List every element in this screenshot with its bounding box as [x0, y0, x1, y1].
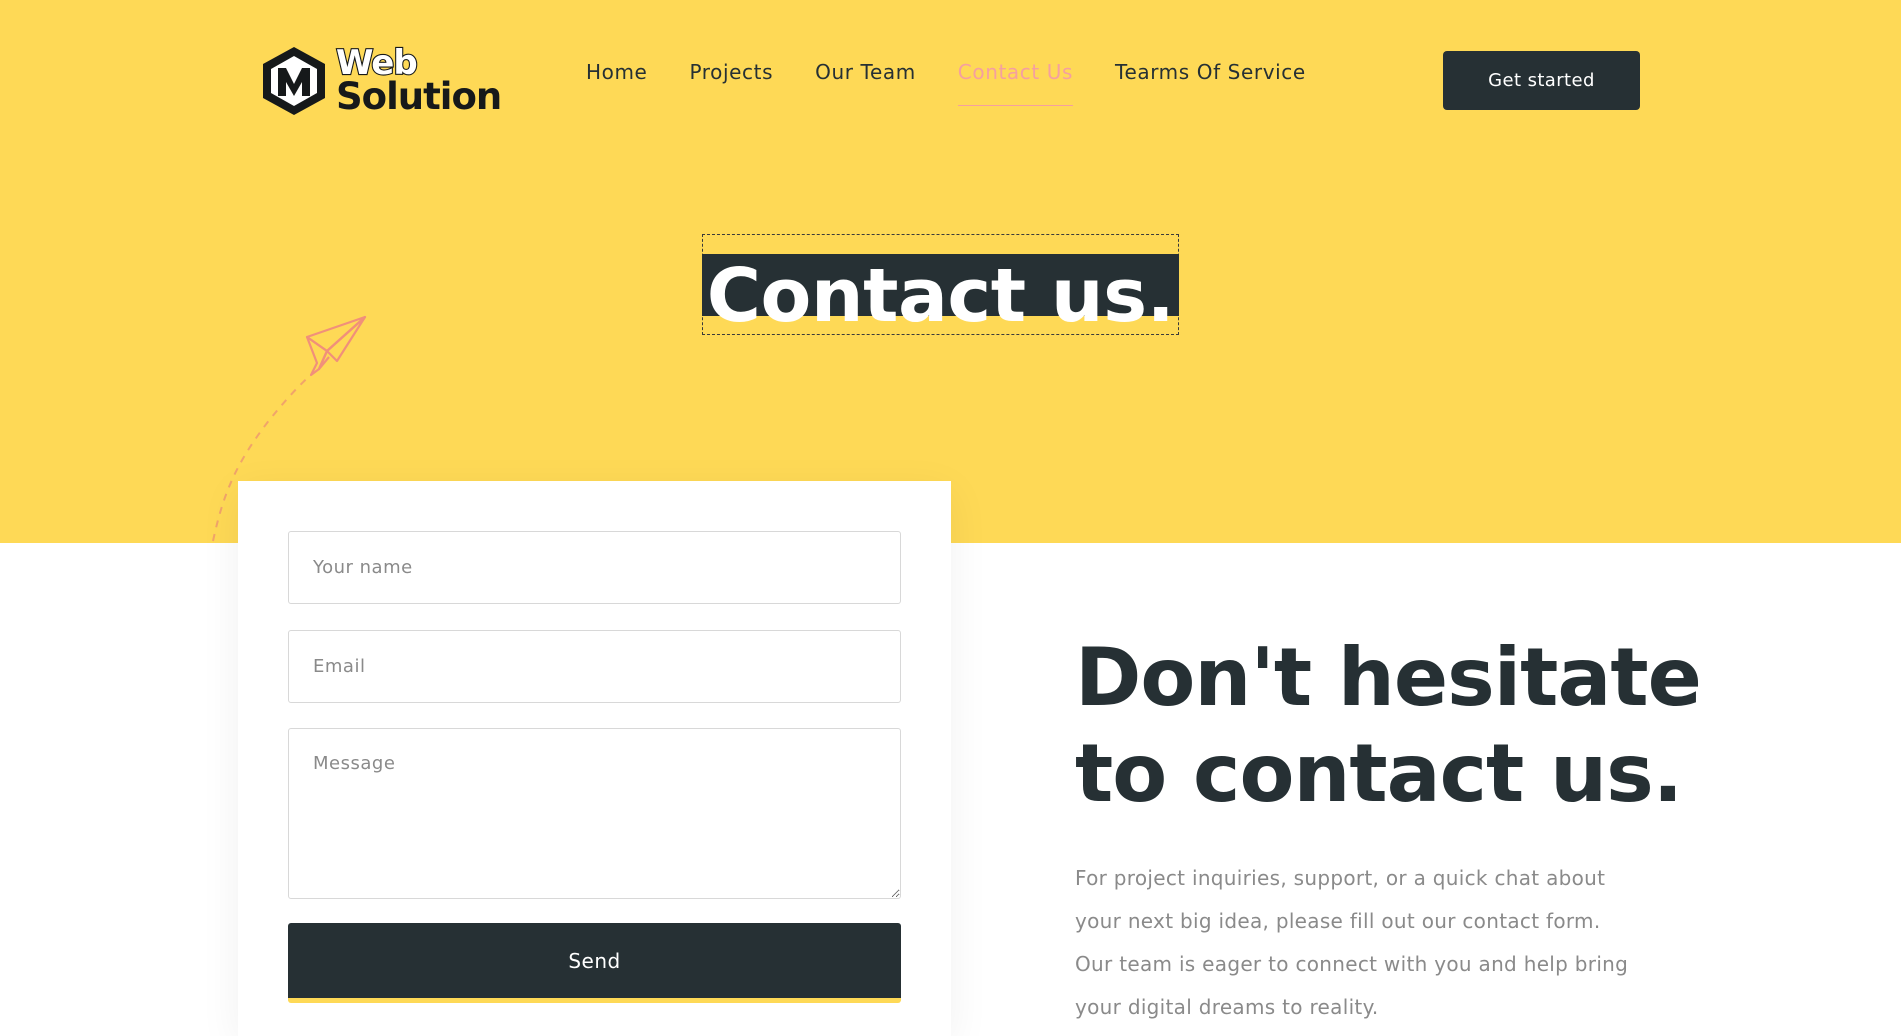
page-title: Contact us.: [706, 253, 1175, 339]
logo-text-solution: Solution: [336, 74, 502, 118]
nav-item-projects[interactable]: Projects: [689, 60, 773, 106]
contact-heading: Don't hesitate to contact us.: [1075, 631, 1702, 820]
site-logo[interactable]: Web Solution: [258, 44, 502, 118]
main-nav: Home Projects Our Team Contact Us Tearms…: [586, 60, 1306, 106]
message-textarea[interactable]: [288, 728, 901, 899]
send-button[interactable]: Send: [288, 923, 901, 1003]
name-input[interactable]: [288, 531, 901, 604]
logo-hexagon-icon: [263, 47, 325, 115]
nav-item-terms-of-service[interactable]: Tearms Of Service: [1115, 60, 1306, 106]
contact-description: For project inquiries, support, or a qui…: [1075, 866, 1629, 1019]
nav-item-contact-us[interactable]: Contact Us: [957, 60, 1074, 106]
get-started-button[interactable]: Get started: [1443, 51, 1640, 110]
nav-item-home[interactable]: Home: [586, 60, 647, 106]
nav-item-our-team[interactable]: Our Team: [815, 60, 916, 106]
email-input[interactable]: [288, 630, 901, 703]
